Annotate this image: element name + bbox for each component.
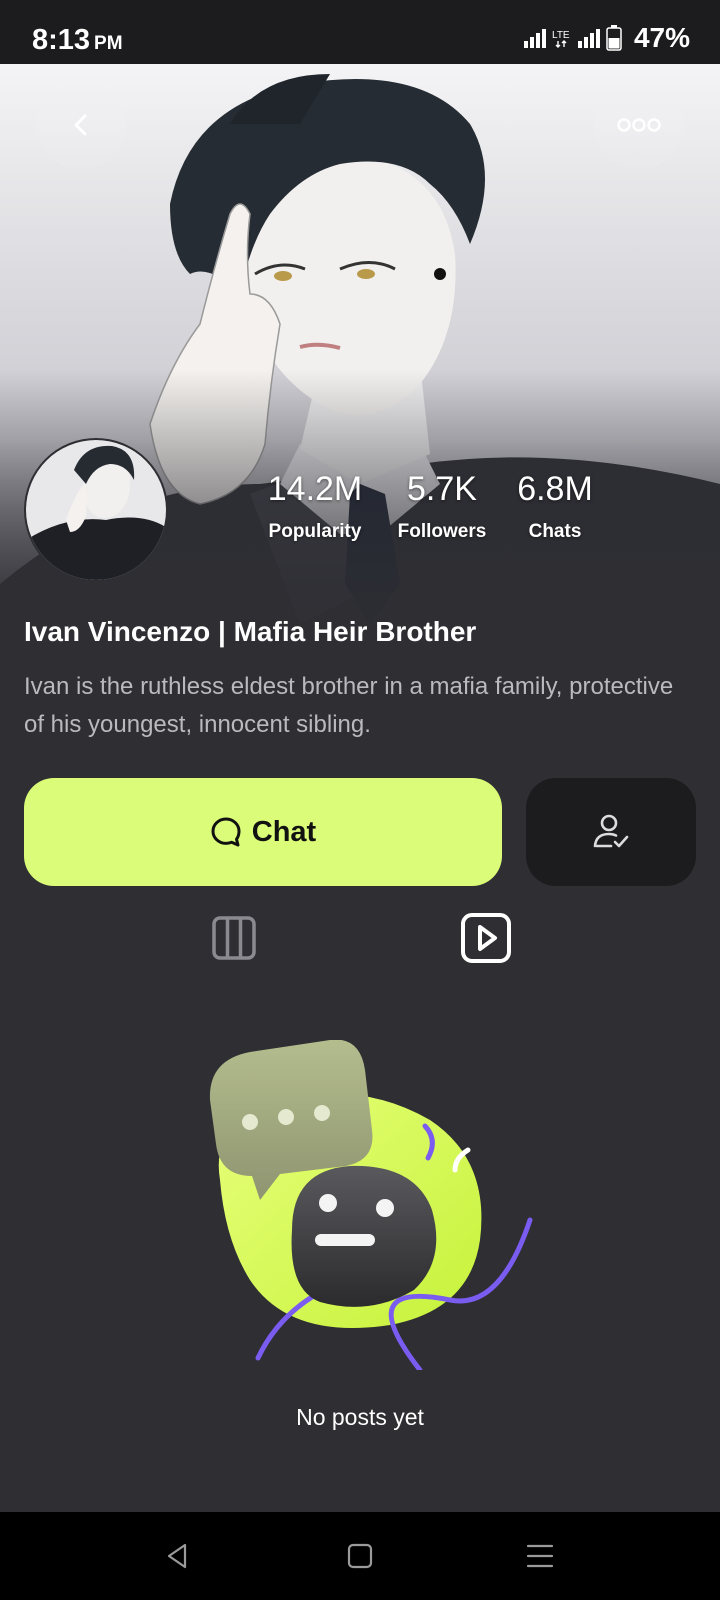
more-options-button[interactable] <box>594 80 684 170</box>
stat-value: 6.8M <box>517 470 593 508</box>
empty-posts-illustration <box>200 1039 540 1373</box>
stat-chats: 6.8M Chats <box>508 470 602 543</box>
lte-icon: LTE <box>552 30 570 48</box>
more-dots-icon <box>617 118 661 132</box>
nav-home-button[interactable] <box>336 1532 384 1580</box>
svg-text:LTE: LTE <box>552 30 570 41</box>
status-icons: LTE 47% <box>523 22 690 54</box>
back-button[interactable] <box>36 80 126 170</box>
nav-recents-button[interactable] <box>516 1532 564 1580</box>
chat-button-label: Chat <box>251 815 317 848</box>
user-check-icon <box>593 814 629 848</box>
status-bar: 8:13 PM LTE 47% <box>0 0 720 64</box>
battery-icon <box>606 25 622 51</box>
avatar[interactable] <box>24 438 168 582</box>
columns-grid-icon <box>212 916 256 960</box>
stat-label: Followers <box>397 521 487 542</box>
stat-label: Popularity <box>268 521 362 542</box>
stat-value: 14.2M <box>267 470 363 508</box>
tab-videos[interactable] <box>458 910 514 966</box>
stat-value: 5.7K <box>407 470 477 508</box>
signal-icon <box>577 29 600 48</box>
character-name: Ivan Vincenzo | Mafia Heir Brother <box>24 616 477 647</box>
stat-label: Chats <box>528 521 582 542</box>
follow-button[interactable] <box>526 778 696 886</box>
stat-followers[interactable]: 5.7K Followers <box>388 470 496 543</box>
recents-menu-icon <box>526 1544 554 1568</box>
empty-state-text: No posts yet <box>296 1404 424 1430</box>
chevron-left-icon <box>74 114 87 136</box>
character-description: Ivan is the ruthless eldest brother in a… <box>24 673 674 738</box>
system-nav-bar <box>0 1512 720 1600</box>
signal-icon <box>523 29 546 48</box>
status-time: 8:13 PM <box>32 24 123 56</box>
nav-back-button[interactable] <box>154 1532 202 1580</box>
back-triangle-icon <box>167 1543 187 1569</box>
play-video-icon <box>461 913 511 963</box>
chat-bubble-icon <box>211 817 241 847</box>
home-square-icon <box>347 1543 373 1569</box>
battery-percent: 47% <box>633 22 690 53</box>
chat-button[interactable]: Chat <box>24 778 502 886</box>
tab-posts-grid[interactable] <box>206 910 262 966</box>
stat-popularity: 14.2M Popularity <box>262 470 368 543</box>
